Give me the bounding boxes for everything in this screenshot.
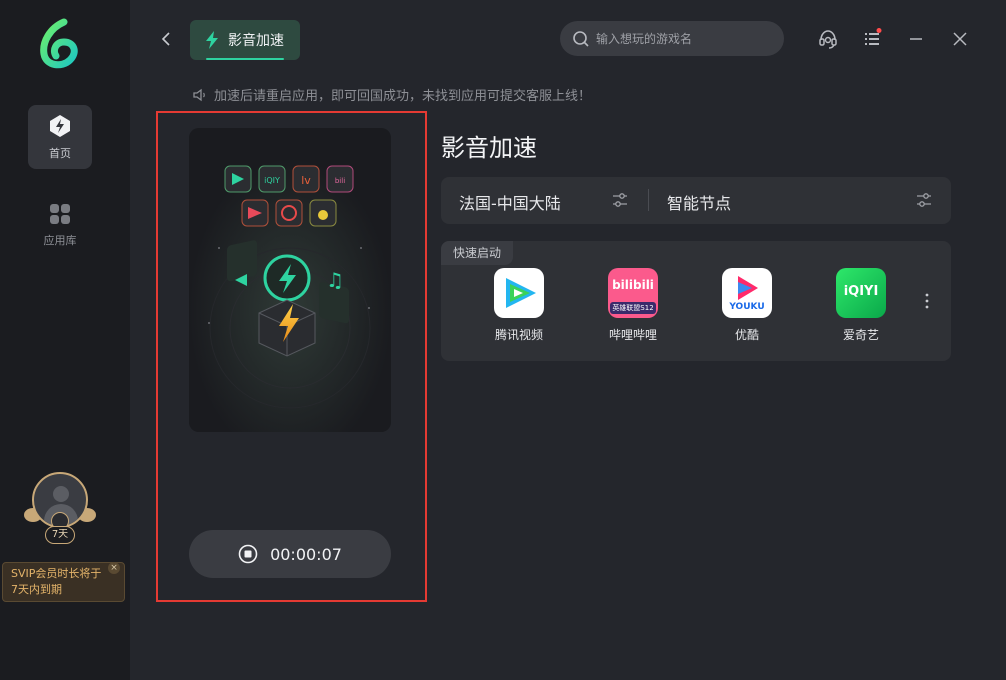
node-selector[interactable]: 智能节点	[667, 190, 731, 214]
sidebar-item-home[interactable]: 首页	[28, 105, 92, 169]
app-name: 哔哩哔哩	[608, 328, 657, 342]
stop-acceleration-button[interactable]: 00:00:07	[189, 530, 391, 578]
search-icon	[573, 30, 589, 47]
vip-tip-line1: SVIP会员时长将于	[11, 567, 102, 580]
notice-bar: 加速后请重启应用，即可回国成功，未找到应用可提交客服上线！	[192, 85, 591, 104]
app-name: 优酷	[734, 328, 759, 342]
menu-list-icon[interactable]	[862, 28, 884, 50]
minimize-icon[interactable]	[905, 28, 927, 50]
more-vertical-icon[interactable]	[921, 291, 933, 311]
tab-av-acceleration[interactable]: 影音加速	[190, 20, 300, 60]
quick-app-bilibili[interactable]: bilibili 英雄联盟S12 哔哩哔哩	[597, 268, 669, 343]
quick-launch-tag: 快速启动	[441, 241, 514, 265]
svg-text:iQIY: iQIY	[264, 176, 280, 185]
divider	[648, 189, 649, 211]
user-avatar-area[interactable]: 7天	[24, 470, 96, 550]
region-selector[interactable]: 法国-中国大陆	[459, 190, 561, 214]
phone-illustration-icon: iQIY lv bili ♫	[189, 128, 391, 432]
search-box[interactable]	[560, 21, 784, 56]
region-settings-icon[interactable]	[611, 191, 629, 209]
stop-icon	[238, 544, 258, 564]
app-logo-icon	[40, 18, 78, 69]
grid-apps-icon	[50, 204, 70, 224]
quick-app-tencent-video[interactable]: 腾讯视频	[483, 268, 555, 343]
tab-label: 影音加速	[228, 33, 284, 49]
quick-app-youku[interactable]: YOUKU 优酷	[711, 268, 783, 343]
node-settings-icon[interactable]	[915, 191, 933, 209]
lightning-icon	[206, 31, 218, 49]
svg-text:lv: lv	[301, 174, 311, 187]
timer-text: 00:00:07	[270, 544, 342, 564]
sidebar-item-label: 应用库	[43, 234, 77, 247]
quick-launch-panel: 快速启动 腾讯视频 bilibili 英雄联盟S12 哔哩哔哩 YOUKU 优酷	[441, 241, 951, 361]
search-input[interactable]	[596, 31, 776, 46]
acceleration-illustration: iQIY lv bili ♫	[189, 128, 391, 432]
app-name: 腾讯视频	[494, 328, 543, 342]
bilibili-icon: bilibili 英雄联盟S12	[608, 268, 658, 318]
page-title: 影音加速	[441, 134, 537, 162]
notice-text: 加速后请重启应用，即可回国成功，未找到应用可提交客服上线！	[214, 89, 592, 104]
lightning-home-icon	[50, 115, 70, 137]
iqiyi-icon: iQIYI	[836, 268, 886, 318]
tencent-video-icon	[494, 268, 544, 318]
close-window-icon[interactable]	[949, 28, 971, 50]
sidebar-item-label: 首页	[49, 147, 71, 160]
youku-icon: YOUKU	[722, 268, 772, 318]
speaker-icon	[193, 88, 205, 101]
sidebar-item-apps[interactable]: 应用库	[28, 193, 92, 257]
vip-tip-line2: 7天内到期	[11, 583, 62, 596]
app-name: 爱奇艺	[842, 328, 879, 342]
svg-text:bili: bili	[335, 177, 345, 185]
close-icon[interactable]: ×	[108, 562, 120, 574]
customer-service-icon[interactable]	[817, 28, 839, 50]
sidebar: 首页 应用库 7天 SVIP会员时长将于 7天内到期 ×	[0, 0, 130, 680]
back-arrow-icon[interactable]	[158, 30, 176, 48]
quick-app-iqiyi[interactable]: iQIYI 爱奇艺	[825, 268, 897, 343]
node-selector-bar: 法国-中国大陆 智能节点	[441, 177, 951, 224]
svg-text:♫: ♫	[326, 268, 344, 292]
vip-expiry-tip: SVIP会员时长将于 7天内到期 ×	[2, 562, 125, 602]
vip-days-badge: 7天	[45, 526, 75, 544]
